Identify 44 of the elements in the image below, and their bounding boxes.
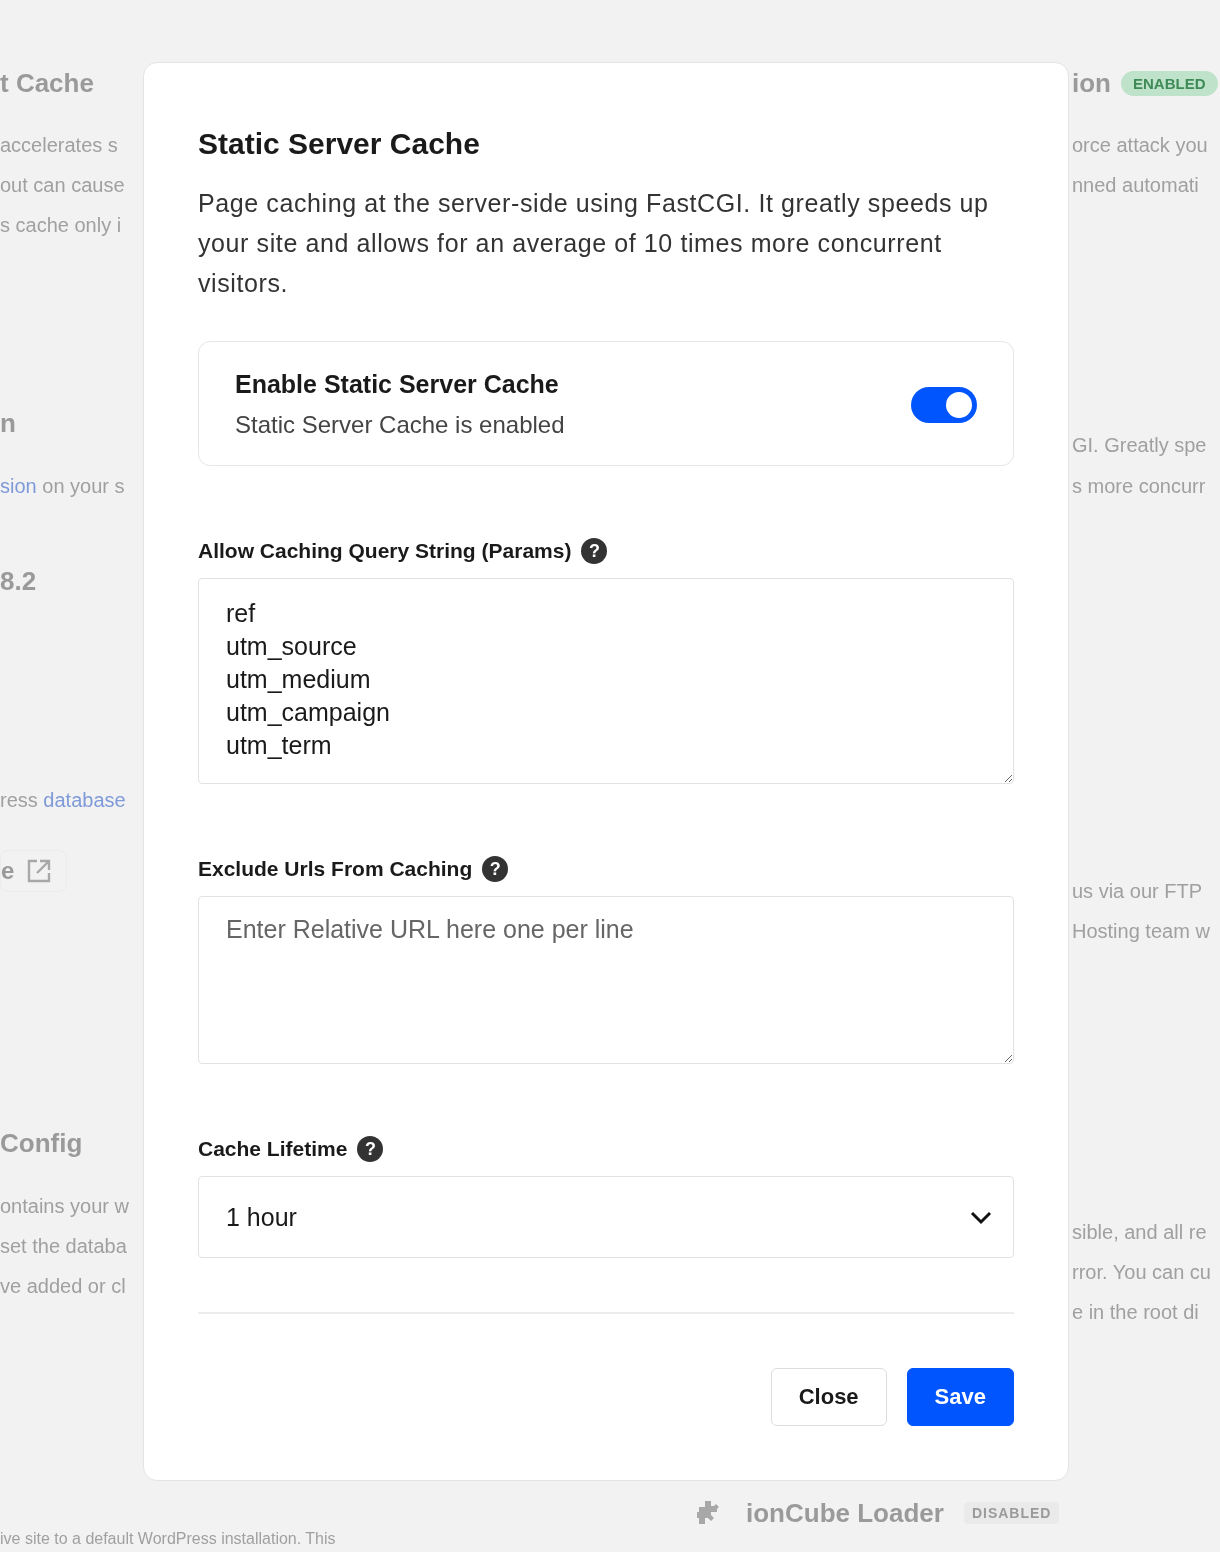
field-label: Allow Caching Query String (Params) (198, 539, 572, 563)
description-text: ive site to a default WordPress installation. This (0, 1530, 336, 1548)
description-text: nned automati (1072, 174, 1199, 197)
close-button[interactable]: Close (770, 1368, 887, 1426)
description-text: orce attack you (1072, 134, 1208, 157)
chevron-down-icon (969, 1209, 993, 1225)
description-text: ve added or cl (0, 1275, 126, 1298)
section-heading: ion (1072, 68, 1111, 99)
external-link-icon (26, 858, 53, 884)
help-icon[interactable]: ? (357, 1136, 384, 1162)
description-text: Hosting team w (1072, 920, 1210, 943)
description-text: us via our FTP (1072, 880, 1203, 903)
description-text: out can cause (0, 174, 125, 197)
section-heading: ionCube Loader (746, 1497, 944, 1529)
dialog-description: Page caching at the server-side using FastCGI. It greatly speeds up your site and allows for an average of 10 times more concurrent visitors. (198, 188, 990, 299)
dialog-title: Static Server Cache (198, 127, 481, 161)
section-heading: n (0, 408, 16, 439)
description-text: e in the root di (1072, 1301, 1199, 1324)
status-badge: DISABLED (963, 1502, 1060, 1524)
section-heading: Config (0, 1128, 83, 1159)
toggle-title: Enable Static Server Cache (235, 370, 560, 399)
description-text: sible, and all re (1072, 1221, 1207, 1244)
section-heading: 8.2 (0, 566, 37, 597)
toggle-status: Static Server Cache is enabled (235, 411, 565, 439)
params-textarea[interactable]: ref utm_source utm_medium utm_campaign utm_term (198, 578, 1014, 784)
help-icon[interactable]: ? (581, 538, 608, 564)
description-text: s more concurr (1072, 475, 1206, 498)
field-label: Exclude Urls From Caching (198, 857, 473, 881)
description-text: set the databa (0, 1235, 127, 1258)
description-text: accelerates s (0, 134, 118, 157)
description-text: sion on your s (0, 475, 125, 498)
description-text: GI. Greatly spe (1072, 434, 1207, 457)
description-text: ress database (0, 789, 126, 812)
description-text: ontains your w (0, 1195, 129, 1218)
toggle-switch[interactable] (911, 386, 977, 423)
save-button[interactable]: Save (906, 1368, 1014, 1426)
lifetime-select[interactable]: 1 hour (198, 1176, 1014, 1258)
status-badge: ENABLED (1121, 71, 1218, 96)
section-heading: t Cache (0, 68, 94, 99)
help-icon[interactable]: ? (482, 856, 509, 882)
urls-textarea[interactable]: Enter Relative URL here one per line (198, 896, 1014, 1064)
description-text: s cache only i (0, 214, 122, 237)
description-text: rror. You can cu (1072, 1261, 1211, 1284)
field-label: Cache Lifetime (198, 1137, 348, 1161)
